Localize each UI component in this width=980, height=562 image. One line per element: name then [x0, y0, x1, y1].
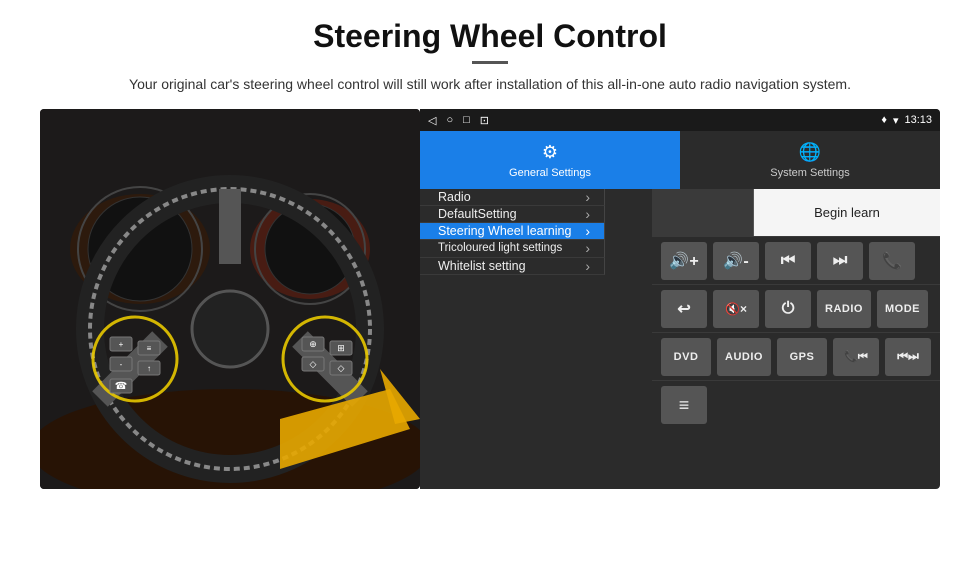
- menu-steering-label: Steering Wheel learning: [438, 224, 571, 238]
- tab-system-settings[interactable]: 🌐 System Settings: [680, 131, 940, 189]
- next-track-button[interactable]: ⏭: [817, 242, 863, 280]
- menu-radio-label: Radio: [438, 190, 471, 204]
- tab-general-label: General Settings: [509, 167, 591, 179]
- svg-text:⊕: ⊕: [309, 339, 317, 349]
- page: Steering Wheel Control Your original car…: [0, 0, 980, 499]
- gps-button[interactable]: GPS: [777, 338, 827, 376]
- power-button[interactable]: ⏻: [765, 290, 811, 328]
- page-subtitle: Your original car's steering wheel contr…: [40, 74, 940, 95]
- controls-row-2: 🔊+ 🔊- ⏮ ⏭ 📞: [652, 237, 940, 285]
- menu-item-tricoloured[interactable]: Tricoloured light settings ›: [420, 240, 605, 258]
- tab-system-label: System Settings: [770, 167, 849, 179]
- signal-icon: ▾: [893, 114, 899, 127]
- chevron-icon: ›: [585, 206, 590, 222]
- status-nav-icons: ◁ ○ □ ⊡: [428, 114, 489, 127]
- location-icon: ♦: [881, 114, 887, 126]
- controls-row-4: DVD AUDIO GPS 📞⏮ ⏮⏭: [652, 333, 940, 381]
- screenshot-icon[interactable]: ⊡: [480, 114, 489, 127]
- title-divider: [472, 61, 508, 64]
- svg-text:◇: ◇: [338, 363, 345, 373]
- begin-learn-button[interactable]: Begin learn: [754, 189, 940, 236]
- blank-area: [652, 189, 754, 236]
- menu-item-whitelist[interactable]: Whitelist setting ›: [420, 258, 605, 275]
- back-icon[interactable]: ◁: [428, 114, 436, 127]
- menu-tricoloured-label: Tricoloured light settings: [438, 242, 562, 256]
- svg-text:◇: ◇: [310, 359, 317, 369]
- svg-text:↑: ↑: [147, 364, 151, 373]
- radio-button[interactable]: RADIO: [817, 290, 871, 328]
- page-title: Steering Wheel Control: [40, 18, 940, 55]
- hangup-button[interactable]: ↩: [661, 290, 707, 328]
- menu-list: Radio › DefaultSetting › Steering Wheel …: [420, 189, 652, 489]
- svg-text:+: +: [119, 340, 124, 349]
- tab-bar: ⚙ General Settings 🌐 System Settings: [420, 131, 940, 189]
- menu-item-default[interactable]: DefaultSetting ›: [420, 206, 605, 223]
- menu-item-radio[interactable]: Radio ›: [420, 189, 605, 206]
- status-right: ♦ ▾ 13:13: [881, 114, 932, 127]
- svg-text:≡: ≡: [147, 344, 152, 353]
- menu-item-steering[interactable]: Steering Wheel learning ›: [420, 223, 605, 240]
- chevron-icon: ›: [585, 258, 590, 274]
- steering-wheel-image: + - ☎ ≡ ↑ ⊕ ◇ ⊞ ◇: [40, 109, 420, 489]
- chevron-icon: ›: [585, 240, 590, 257]
- menu-whitelist-label: Whitelist setting: [438, 259, 526, 273]
- svg-text:⊞: ⊞: [337, 343, 345, 353]
- controls-panel: Begin learn 🔊+ 🔊- ⏮ ⏭ 📞 ↩ 🔇× ⏻: [652, 189, 940, 489]
- home-icon[interactable]: ○: [446, 114, 453, 126]
- chevron-icon: ›: [585, 189, 590, 205]
- tab-general-settings[interactable]: ⚙ General Settings: [420, 131, 680, 189]
- status-bar: ◁ ○ □ ⊡ ♦ ▾ 13:13: [420, 109, 940, 131]
- controls-row-1: Begin learn: [652, 189, 940, 237]
- mute-button[interactable]: 🔇×: [713, 290, 759, 328]
- gear-icon: ⚙: [542, 142, 558, 163]
- dvd-button[interactable]: DVD: [661, 338, 711, 376]
- volume-down-button[interactable]: 🔊-: [713, 242, 759, 280]
- prev-track-button[interactable]: ⏮: [765, 242, 811, 280]
- menu-controls-area: Radio › DefaultSetting › Steering Wheel …: [420, 189, 940, 489]
- android-panel: ◁ ○ □ ⊡ ♦ ▾ 13:13 ⚙ General Settings: [420, 109, 940, 489]
- globe-icon: 🌐: [799, 142, 821, 163]
- svg-text:-: -: [120, 360, 123, 369]
- menu-default-label: DefaultSetting: [438, 207, 517, 221]
- prev-next-button[interactable]: ⏮⏭: [885, 338, 931, 376]
- tel-prev-button[interactable]: 📞⏮: [833, 338, 879, 376]
- clock: 13:13: [904, 114, 932, 126]
- svg-text:☎: ☎: [115, 381, 127, 392]
- chevron-icon: ›: [585, 223, 590, 239]
- phone-button[interactable]: 📞: [869, 242, 915, 280]
- content-area: + - ☎ ≡ ↑ ⊕ ◇ ⊞ ◇: [40, 109, 940, 489]
- controls-row-3: ↩ 🔇× ⏻ RADIO MODE: [652, 285, 940, 333]
- controls-row-5: ≡: [652, 381, 940, 429]
- volume-up-button[interactable]: 🔊+: [661, 242, 707, 280]
- audio-button[interactable]: AUDIO: [717, 338, 771, 376]
- recent-icon[interactable]: □: [463, 114, 470, 126]
- mode-button[interactable]: MODE: [877, 290, 928, 328]
- list-icon-button[interactable]: ≡: [661, 386, 707, 424]
